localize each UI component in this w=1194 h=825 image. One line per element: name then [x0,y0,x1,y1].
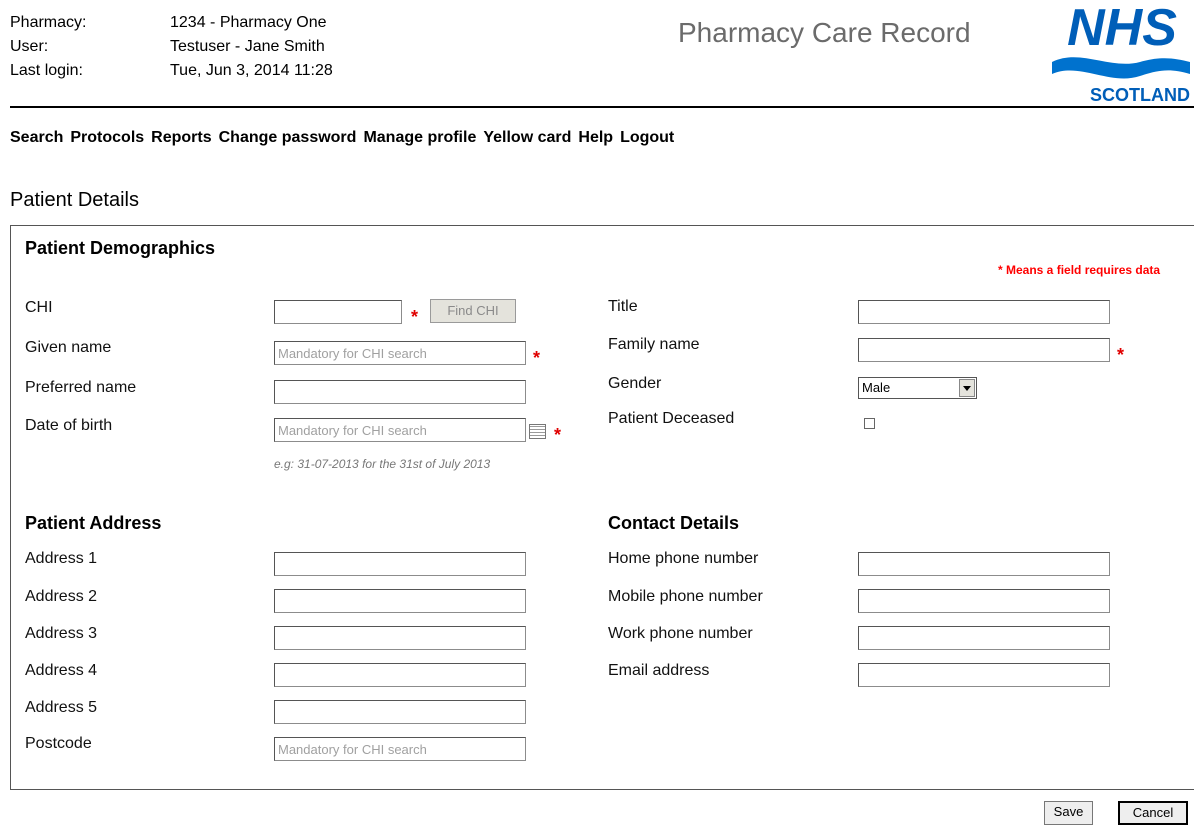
nav-logout[interactable]: Logout [620,129,674,146]
save-button[interactable]: Save [1044,801,1093,825]
chevron-down-icon[interactable] [959,379,975,397]
nav-yellow-card[interactable]: Yellow card [483,129,571,146]
given-name-input[interactable] [274,341,526,365]
find-chi-button[interactable]: Find CHI [430,299,516,323]
header-divider [10,106,1194,108]
nav-change-password[interactable]: Change password [219,129,357,146]
nav-search[interactable]: Search [10,129,63,146]
nav-help[interactable]: Help [578,129,613,146]
work-phone-input[interactable] [858,626,1110,650]
preferred-name-input[interactable] [274,380,526,404]
gender-value: Male [862,380,891,395]
dob-required-mark: * [554,425,562,445]
last-login-value: Tue, Jun 3, 2014 11:28 [170,62,333,79]
family-name-input[interactable] [858,338,1110,362]
svg-text:NHS: NHS [1067,0,1177,57]
gender-select[interactable]: Male [858,377,977,399]
email-label: Email address [608,662,710,679]
given-name-label: Given name [25,339,112,356]
dob-label: Date of birth [25,417,113,434]
title-label: Title [608,298,638,315]
address5-label: Address 5 [25,699,98,716]
chi-label: CHI [25,299,53,316]
address-heading: Patient Address [25,513,162,533]
last-login-label: Last login: [10,62,83,79]
postcode-input[interactable] [274,737,526,761]
family-name-required-mark: * [1117,345,1125,365]
calendar-icon[interactable] [529,424,546,439]
main-nav: Search Protocols Reports Change password Man… [10,129,681,147]
app-title: Pharmacy Care Record [678,17,971,48]
home-phone-label: Home phone number [608,550,759,567]
dob-hint: e.g: 31-07-2013 for the 31st of July 201… [274,457,491,471]
chi-input[interactable] [274,300,402,324]
address2-label: Address 2 [25,588,98,605]
contact-heading: Contact Details [608,513,740,533]
cancel-button[interactable]: Cancel [1118,801,1188,825]
chi-required-mark: * [411,307,419,327]
address3-input[interactable] [274,626,526,650]
title-input[interactable] [858,300,1110,324]
logo-subtext: SCOTLAND [1090,85,1190,104]
address1-input[interactable] [274,552,526,576]
nav-protocols[interactable]: Protocols [70,129,144,146]
demographics-heading: Patient Demographics [25,238,216,258]
address5-input[interactable] [274,700,526,724]
user-label: User: [10,38,49,55]
required-note: * Means a field requires data [998,263,1161,277]
dob-input[interactable] [274,418,526,442]
family-name-label: Family name [608,336,700,353]
address4-label: Address 4 [25,662,98,679]
given-name-required-mark: * [533,348,541,368]
pharmacy-label: Pharmacy: [10,14,87,31]
pharmacy-value: 1234 - Pharmacy One [170,14,327,31]
nhs-scotland-logo: NHS SCOTLAND [1050,0,1190,105]
work-phone-label: Work phone number [608,625,753,642]
page-title: Patient Details [10,189,139,211]
home-phone-input[interactable] [858,552,1110,576]
deceased-label: Patient Deceased [608,410,735,427]
address4-input[interactable] [274,663,526,687]
address3-label: Address 3 [25,625,98,642]
deceased-checkbox[interactable] [864,418,875,429]
nav-reports[interactable]: Reports [151,129,211,146]
preferred-name-label: Preferred name [25,379,137,396]
nav-manage-profile[interactable]: Manage profile [363,129,476,146]
address1-label: Address 1 [25,550,98,567]
email-input[interactable] [858,663,1110,687]
gender-label: Gender [608,375,662,392]
postcode-label: Postcode [25,735,92,752]
mobile-phone-label: Mobile phone number [608,588,763,605]
user-value: Testuser - Jane Smith [170,38,325,55]
address2-input[interactable] [274,589,526,613]
mobile-phone-input[interactable] [858,589,1110,613]
